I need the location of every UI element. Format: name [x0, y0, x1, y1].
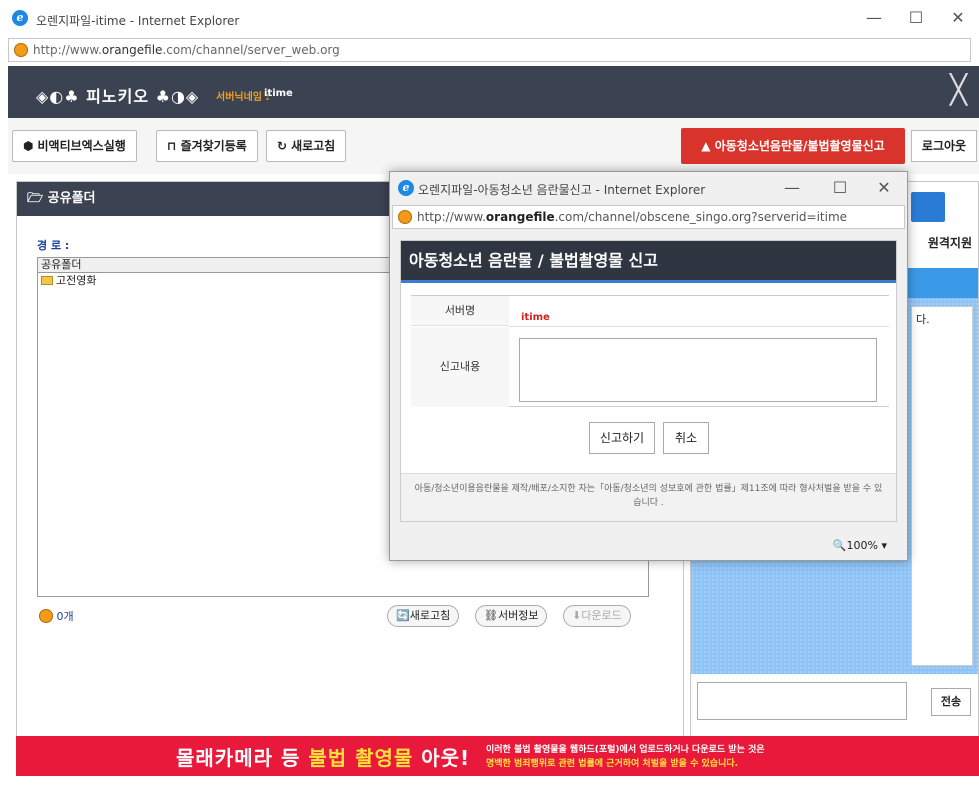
- download-icon: ⬇: [572, 609, 582, 622]
- file-count: 0개: [39, 608, 74, 624]
- report-content-label: 신고내용: [411, 327, 509, 407]
- report-content-textarea[interactable]: [519, 338, 877, 402]
- download-label: 다운로드: [581, 609, 622, 622]
- bookmark-label: 즐겨찾기등록: [180, 139, 247, 153]
- path-label: 경 로 :: [37, 239, 70, 252]
- refresh-button[interactable]: ↻ 새로고침: [266, 130, 347, 162]
- folder-icon: [41, 276, 53, 285]
- submit-report-button[interactable]: 신고하기: [589, 422, 655, 454]
- minimize-button[interactable]: —: [864, 8, 884, 28]
- send-button[interactable]: 전송: [931, 688, 971, 716]
- chat-message: 다.: [916, 313, 930, 326]
- legal-notice: 아동/청소년이용음란물을 제작/배포/소지한 자는「아동/청소년의 성보호에 관…: [401, 473, 896, 521]
- link-icon: ⛓: [484, 609, 498, 622]
- report-button[interactable]: ▲ 아동청소년음란물/불법촬영물신고: [681, 128, 905, 164]
- file-count-value: 0개: [56, 610, 74, 623]
- report-popup-window: e 오렌지파일-아동청소년 음란물신고 - Internet Explorer …: [389, 171, 908, 561]
- server-nickname-value: itime: [264, 88, 293, 99]
- popup-title: 오렌지파일-아동청소년 음란물신고 - Internet Explorer: [418, 183, 706, 197]
- bookmark-icon: ⊓: [167, 139, 177, 153]
- activex-button[interactable]: ⬢ 비액티브엑스실행: [12, 130, 137, 162]
- logout-button[interactable]: 로그아웃: [911, 130, 977, 162]
- close-window-button[interactable]: ✕: [948, 8, 968, 28]
- download-button[interactable]: ⬇다운로드: [563, 605, 631, 627]
- banner-title-part1: 몰래카메라 등: [176, 746, 309, 770]
- package-icon: ⬢: [23, 139, 34, 153]
- popup-url: http://www.orangefile.com/channel/obscen…: [417, 210, 848, 224]
- popup-maximize-button[interactable]: ☐: [830, 178, 850, 198]
- screen: e 오렌지파일-itime - Internet Explorer — ☐ ✕ …: [0, 0, 979, 796]
- form-divider: [509, 326, 889, 327]
- open-folder-icon: 🗁: [27, 191, 48, 206]
- popup-close-button[interactable]: ✕: [874, 178, 894, 198]
- toolbar: ⬢ 비액티브엑스실행 ⊓ 즐겨찾기등록 ↻ 새로고침 ▲ 아동청소년음란물/불법촬영물…: [8, 118, 979, 174]
- close-icon[interactable]: ╳: [950, 76, 967, 104]
- main-window-title: 오렌지파일-itime - Internet Explorer: [36, 14, 240, 28]
- banner-text-line2: 명백한 범죄행위로 관련 법률에 근거하여 처벌을 받을 수 있습니다.: [486, 759, 739, 769]
- report-form-title: 아동청소년 음란물 / 불법촬영물 신고: [401, 241, 896, 283]
- server-nickname-label: 서버닉네임 :: [216, 92, 270, 103]
- shared-folder-title: 공유폴더: [47, 191, 96, 206]
- cancel-button[interactable]: 취소: [663, 422, 709, 454]
- server-info-label: 서버정보: [497, 609, 539, 622]
- remote-support-label[interactable]: 원격지원: [928, 234, 972, 251]
- site-header: ◈◐♣ 피노키오 ♣◑◈ 서버닉네임 : itime ╳: [8, 66, 979, 118]
- orange-site-icon: [398, 210, 412, 224]
- refresh-label: 새로고침: [291, 139, 336, 153]
- orange-site-icon: [14, 43, 28, 57]
- banner-title-part3: 아웃!: [413, 746, 471, 770]
- folder-name: 고전영화: [56, 274, 97, 287]
- banner-title-highlight: 불법 촬영물: [308, 746, 414, 770]
- report-form: 서버명 itime 신고내용: [411, 295, 889, 407]
- bookmark-button[interactable]: ⊓ 즐겨찾기등록: [156, 130, 258, 162]
- list-refresh-label: 새로고침: [409, 609, 451, 622]
- list-refresh-button[interactable]: 🔄새로고침: [387, 605, 460, 627]
- brand-title: ◈◐♣ 피노키오 ♣◑◈: [36, 87, 200, 106]
- orange-icon: [39, 609, 53, 623]
- report-form-container: 아동청소년 음란물 / 불법촬영물 신고 서버명 itime 신고내용 신고하기…: [400, 240, 897, 522]
- main-address-bar[interactable]: http://www.orangefile.com/channel/server…: [8, 38, 971, 62]
- popup-address-bar[interactable]: http://www.orangefile.com/channel/obscen…: [392, 205, 905, 229]
- banner-text-line1: 이러한 불법 촬영물을 웹하드(포털)에서 업로드하거나 다운로드 받는 것은: [486, 745, 765, 755]
- remote-support-icon[interactable]: [911, 192, 945, 222]
- activex-label: 비액티브엑스실행: [37, 139, 126, 153]
- warning-banner[interactable]: 몰래카메라 등 불법 촬영물 아웃! 이러한 불법 촬영물을 웹하드(포털)에서…: [16, 736, 979, 776]
- banner-title: 몰래카메라 등 불법 촬영물 아웃!: [176, 742, 470, 771]
- ie-icon: e: [12, 10, 28, 26]
- server-name-value: itime: [521, 312, 550, 323]
- main-url: http://www.orangefile.com/channel/server…: [33, 43, 340, 57]
- server-info-button[interactable]: ⛓서버정보: [475, 605, 548, 627]
- server-name-label: 서버명: [411, 296, 509, 326]
- chat-message-box[interactable]: 다.: [911, 306, 973, 666]
- zoom-control[interactable]: 🔍100% ▾: [833, 539, 887, 552]
- ie-icon: e: [398, 180, 414, 196]
- maximize-button[interactable]: ☐: [906, 8, 926, 28]
- chat-input[interactable]: [697, 682, 907, 720]
- popup-minimize-button[interactable]: —: [782, 178, 802, 198]
- refresh-icon: ↻: [277, 139, 288, 153]
- refresh-icon: 🔄: [396, 609, 410, 622]
- main-window-titlebar: e 오렌지파일-itime - Internet Explorer — ☐ ✕: [0, 0, 979, 36]
